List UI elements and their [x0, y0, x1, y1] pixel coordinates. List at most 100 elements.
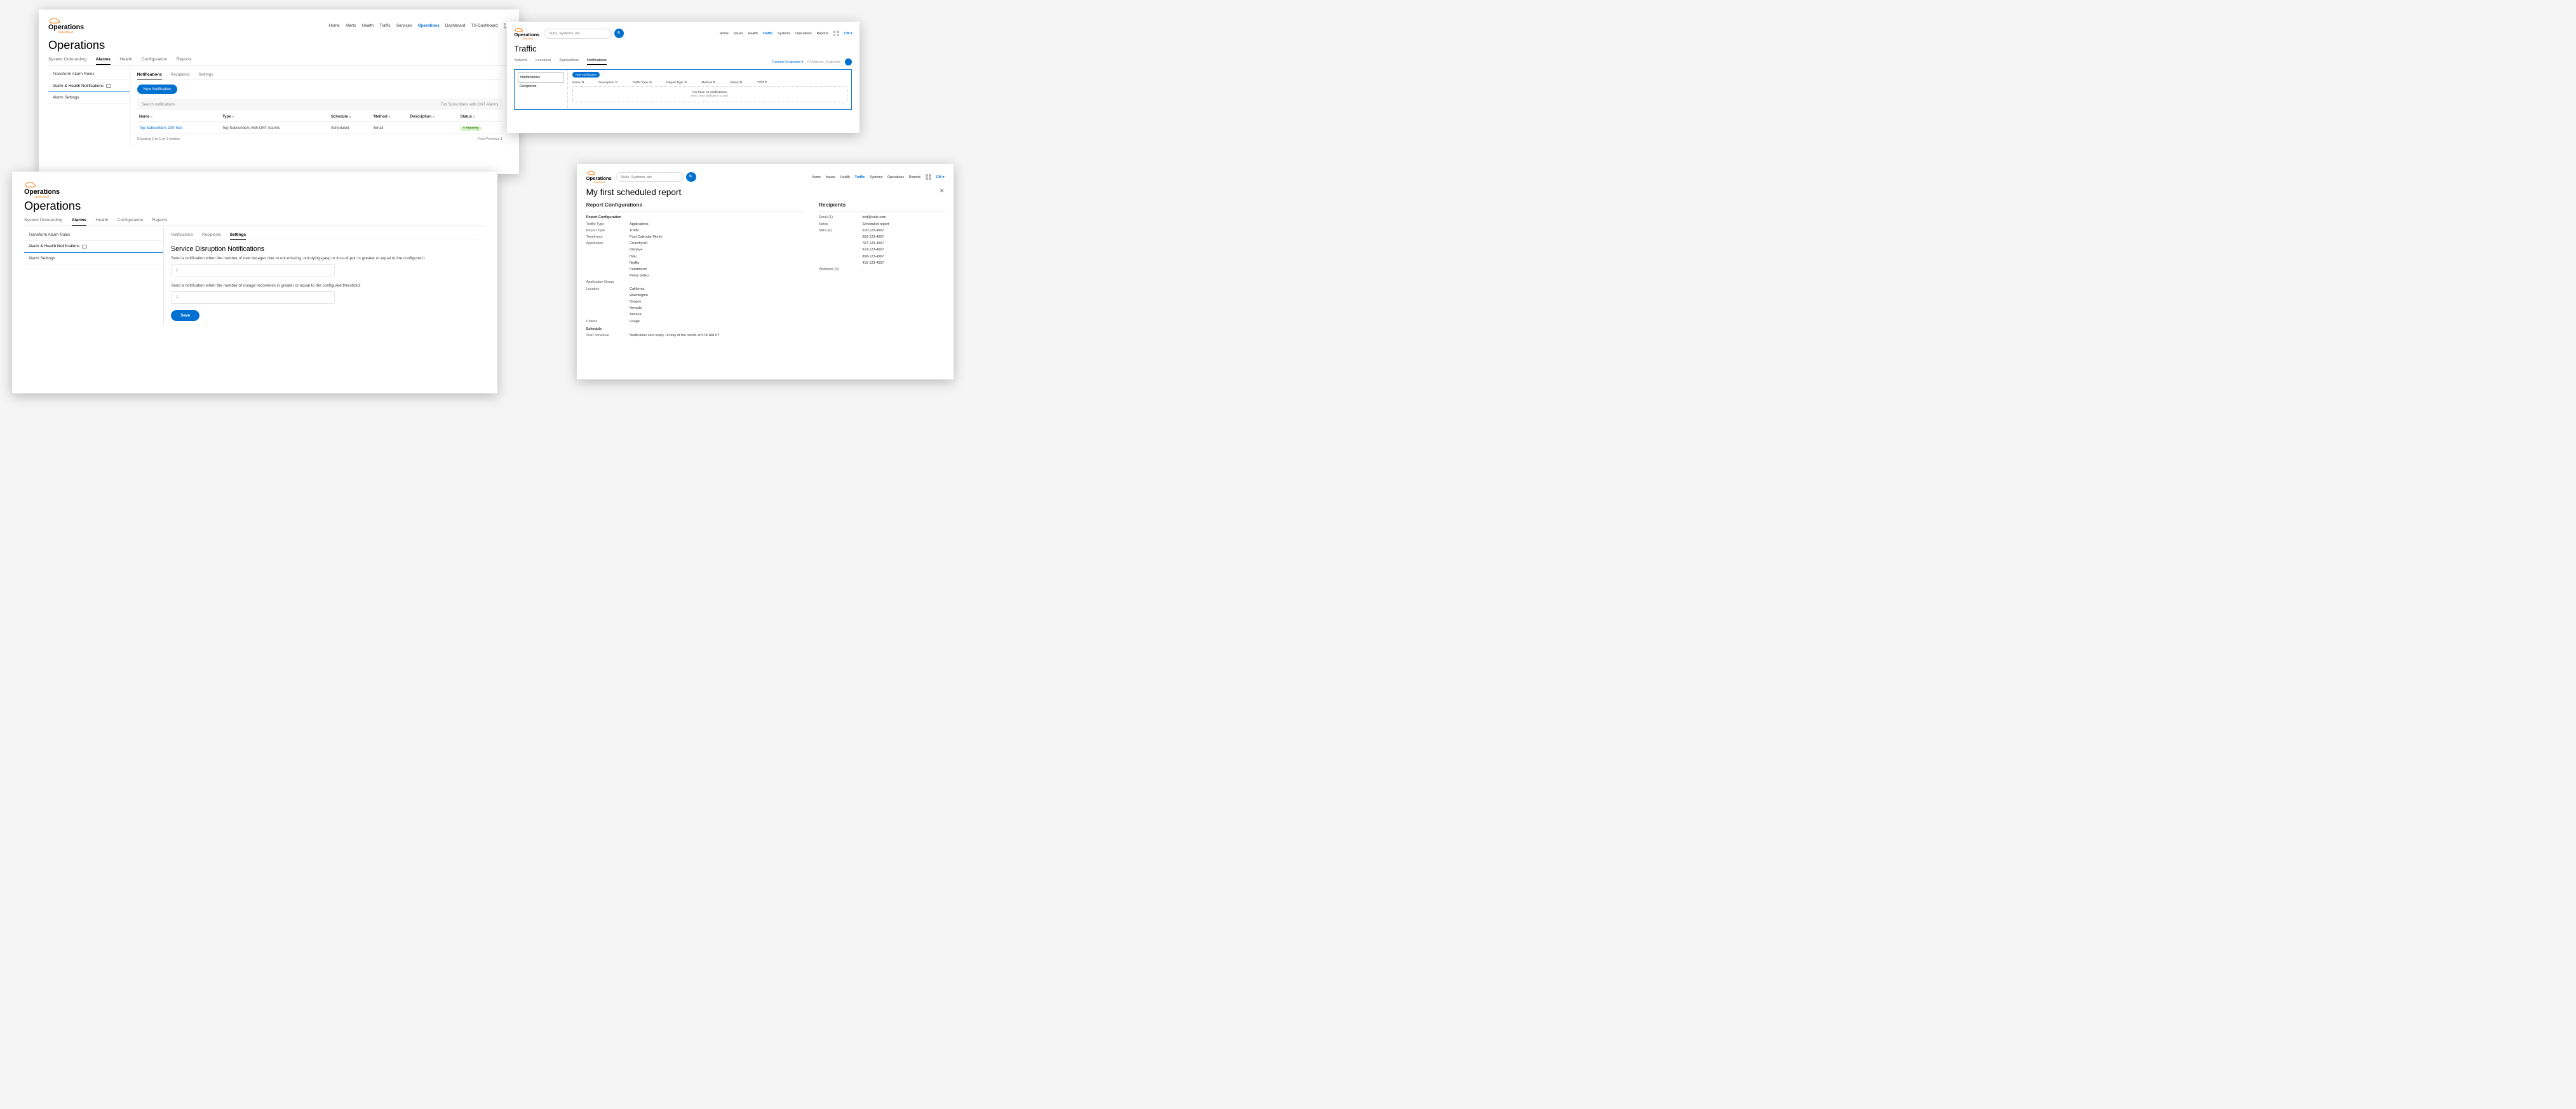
nav-home[interactable]: Home	[328, 24, 339, 28]
subnav-network[interactable]: Network	[514, 57, 527, 65]
col-method[interactable]: Method⇅	[372, 111, 408, 122]
nav-reports[interactable]: Reports	[909, 175, 921, 179]
col-traffic-type[interactable]: Traffic Type ⇅	[632, 81, 652, 85]
tab-configuration[interactable]: Configuration	[118, 215, 144, 226]
kv-row: Traffic TypeApplications	[586, 221, 805, 228]
side-recipients[interactable]: Recipients	[518, 83, 565, 92]
col-status[interactable]: Status ⇅	[730, 81, 743, 85]
nav-traffic[interactable]: Traffic	[855, 175, 865, 179]
search-input[interactable]	[616, 172, 684, 182]
threshold1-input[interactable]: 1	[171, 264, 335, 277]
cell-schedule: Scheduled	[329, 122, 372, 134]
empty-state: You have no notifications. Select "New N…	[572, 86, 847, 102]
nav-home[interactable]: Home	[812, 175, 821, 179]
report-configuration-header: Report Configuration	[586, 214, 805, 221]
sidebar-item-transform-alarm-rules[interactable]: Transform Alarm Rules	[24, 229, 163, 241]
col-description[interactable]: Description ⇅	[598, 81, 617, 85]
user-menu[interactable]: CW ▾	[844, 32, 852, 36]
tab-system-onboarding[interactable]: System Onboarding	[24, 215, 62, 226]
nav-traffic[interactable]: Traffic	[379, 24, 391, 28]
subtab-settings[interactable]: Settings	[230, 231, 246, 240]
nav-reports[interactable]: Reports	[816, 32, 828, 36]
sidebar-item-alarm-settings[interactable]: Alarm Settings	[24, 253, 163, 265]
favorite-endpoints-dropdown[interactable]: Favorite Endpoints ▾	[772, 60, 803, 64]
subnav-applications[interactable]: Applications	[559, 57, 579, 65]
subnav-locations[interactable]: Locations	[536, 57, 551, 65]
filter-go-button[interactable]	[845, 58, 852, 65]
nav-traffic[interactable]: Traffic	[762, 32, 772, 36]
col-type[interactable]: Type⇅	[220, 111, 329, 122]
page-title: Operations	[48, 38, 509, 52]
nav-health[interactable]: Health	[748, 32, 757, 36]
nav-issues[interactable]: Issues	[826, 175, 835, 179]
tab-reports[interactable]: Reports	[152, 215, 168, 226]
new-notification-button[interactable]: New Notification	[572, 72, 600, 78]
col-actions: Actions	[757, 81, 767, 85]
col-schedule[interactable]: Schedule⇅	[329, 111, 372, 122]
logo: Operations CalixCloud	[48, 17, 84, 35]
sidebar-item-transform-alarm-rules[interactable]: Transform Alarm Rules	[48, 69, 130, 81]
subtab-settings[interactable]: Settings	[198, 71, 213, 79]
nav-health[interactable]: Health	[361, 24, 374, 28]
nav-operations[interactable]: Operations	[795, 32, 812, 36]
col-description[interactable]: Description⇅	[408, 111, 459, 122]
tab-health[interactable]: Health	[119, 55, 132, 65]
sidebar-item-alarm-settings[interactable]: Alarm Settings	[48, 92, 130, 104]
sidebar-item-alarm-health-notifications[interactable]: Alarm & Health Notifications	[48, 80, 130, 92]
threshold2-input[interactable]: 1	[171, 291, 335, 304]
pager-controls[interactable]: First Previous 1	[478, 137, 503, 141]
nav-health[interactable]: Health	[840, 175, 850, 179]
subnav-notifications[interactable]: Notifications	[587, 57, 607, 65]
tab-reports[interactable]: Reports	[177, 55, 192, 65]
notifications-table: Name▲ Type⇅ Schedule⇅ Method⇅ Descriptio…	[137, 111, 502, 134]
col-name[interactable]: Name▲	[137, 111, 220, 122]
sidebar-item-alarm-health-notifications[interactable]: Alarm & Health Notifications	[24, 241, 163, 253]
col-method[interactable]: Method ⇅	[701, 81, 715, 85]
brand-subtitle: CalixCloud	[34, 196, 485, 199]
nav-home[interactable]: Home	[720, 32, 729, 36]
apps-icon[interactable]	[833, 31, 839, 36]
tab-alarms[interactable]: Alarms	[72, 215, 86, 226]
side-notifications[interactable]: Notifications	[518, 72, 565, 83]
nav-operations[interactable]: Operations	[418, 24, 440, 28]
nav-systems[interactable]: Systems	[778, 32, 790, 36]
nav-alerts[interactable]: Alerts	[346, 24, 356, 28]
nav-ts-dashboard[interactable]: TS-Dashboard	[471, 24, 498, 28]
pager-info: Showing 1 to 1 of 1 entries	[137, 137, 180, 141]
nav-services[interactable]: Services	[396, 24, 412, 28]
threshold1-label: Send a notification when the number of n…	[171, 256, 478, 261]
kv-row: LocationCalifornia Washington Oregon Nev…	[586, 286, 805, 318]
search-button[interactable]: 🔍	[686, 172, 696, 182]
save-button[interactable]: Save	[171, 310, 199, 320]
cell-name[interactable]: Top Subscribers 100 Test	[137, 122, 220, 134]
logo: Operations CalixCloud	[586, 170, 612, 184]
kv-row: Start ScheduleNotification sent every 1s…	[586, 332, 805, 339]
nav-issues[interactable]: Issues	[733, 32, 743, 36]
tab-alarms[interactable]: Alarms	[96, 55, 111, 65]
subtab-notifications[interactable]: Notifications	[137, 71, 162, 79]
tab-configuration[interactable]: Configuration	[142, 55, 168, 65]
col-status[interactable]: Status⇅	[458, 111, 502, 122]
col-report-type[interactable]: Report Type ⇅	[666, 81, 687, 85]
close-icon[interactable]: ✕	[940, 187, 945, 194]
nav-operations[interactable]: Operations	[887, 175, 904, 179]
new-notification-button[interactable]: New Notification	[137, 85, 178, 94]
search-bar[interactable]: Search notifications Top Subscribers wit…	[137, 99, 502, 110]
user-menu[interactable]: CW ▾	[936, 175, 945, 179]
ip-input[interactable]: IP Address, Endpoints	[807, 60, 840, 64]
tab-system-onboarding[interactable]: System Onboarding	[48, 55, 86, 65]
section-report-configurations: Report Configurations	[586, 200, 805, 212]
search-button[interactable]: 🔍	[614, 29, 624, 38]
col-name[interactable]: Name ⇅	[572, 81, 584, 85]
subtab-recipients[interactable]: Recipients	[202, 231, 221, 240]
apps-icon[interactable]	[926, 174, 931, 180]
kv-row: Email (1)test@calix.com	[819, 214, 945, 221]
page-title: Operations	[24, 199, 485, 213]
subtab-recipients[interactable]: Recipients	[171, 71, 190, 79]
table-row[interactable]: Top Subscribers 100 Test Top Subscribers…	[137, 122, 502, 134]
nav-systems[interactable]: Systems	[870, 175, 882, 179]
subtab-notifications[interactable]: Notifications	[171, 231, 193, 240]
nav-dashboard[interactable]: Dashboard	[445, 24, 466, 28]
tab-health[interactable]: Health	[95, 215, 108, 226]
search-input[interactable]	[544, 29, 611, 39]
